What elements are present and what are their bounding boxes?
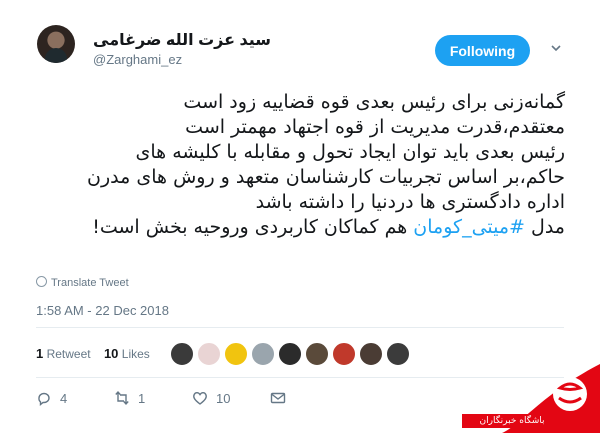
liker-avatar[interactable] xyxy=(359,342,383,366)
divider xyxy=(36,327,564,328)
tweet-line: گمانه‌زنی برای رئیس بعدی قوه قضاییه زود … xyxy=(183,91,565,113)
heart-icon xyxy=(193,392,207,405)
tweet-line: حاکم،بر اساس تجربیات کارشناسان متعهد و ر… xyxy=(87,166,565,188)
tweet-line: اداره دادگستری ها دردنیا را داشته باشد xyxy=(255,191,565,213)
retweet-count: 1 xyxy=(138,390,146,406)
following-button[interactable]: Following xyxy=(435,35,530,66)
chevron-down-icon[interactable] xyxy=(548,42,564,58)
retweet-button[interactable]: 1 xyxy=(114,390,145,406)
tweet-text-segment: هم کماکان کاربردی وروحیه بخش است! xyxy=(92,216,408,238)
liker-avatar[interactable] xyxy=(224,342,248,366)
liker-avatar[interactable] xyxy=(278,342,302,366)
watermark-text: باشگاه خبرنگاران xyxy=(462,414,562,428)
liker-avatar[interactable] xyxy=(305,342,329,366)
tweet-text: گمانه‌زنی برای رئیس بعدی قوه قضاییه زود … xyxy=(25,90,565,240)
likes-stat[interactable]: 10 Likes xyxy=(103,346,150,361)
tweet-text-segment: مدل xyxy=(531,216,565,238)
translate-tweet-link[interactable]: Translate Tweet xyxy=(36,276,129,289)
retweets-count: 1 xyxy=(36,346,44,361)
reply-button[interactable]: 4 xyxy=(36,390,67,406)
author-avatar[interactable] xyxy=(37,25,75,63)
retweets-stat[interactable]: 1 Retweet xyxy=(36,346,91,361)
tweet-line: معتقدم،قدرت مدیریت از قوه اجتهاد مهمتر ا… xyxy=(185,116,565,138)
tweet-line-last: مدل #میتی_کومان هم کماکان کاربردی وروحیه… xyxy=(25,215,565,240)
tweet-card: سید عزت الله ضرغامی @Zarghami_ez Followi… xyxy=(0,0,600,433)
retweet-icon xyxy=(115,390,129,406)
likes-label: Likes xyxy=(121,347,150,361)
like-button[interactable]: 10 xyxy=(192,390,230,406)
envelope-icon xyxy=(270,392,286,404)
author-handle[interactable]: @Zarghami_ez xyxy=(93,52,182,67)
direct-message-button[interactable] xyxy=(270,390,286,406)
liker-avatar[interactable] xyxy=(170,342,194,366)
liker-avatar[interactable] xyxy=(332,342,356,366)
hashtag-link[interactable]: #میتی_کومان xyxy=(413,216,525,238)
like-count: 10 xyxy=(216,390,231,406)
liker-avatar[interactable] xyxy=(251,342,275,366)
liker-avatar[interactable] xyxy=(386,342,410,366)
engagement-stats: 1 Retweet 10 Likes xyxy=(36,346,150,361)
author-name[interactable]: سید عزت الله ضرغامی xyxy=(93,30,271,50)
tweet-timestamp[interactable]: 1:58 AM - 22 Dec 2018 xyxy=(36,303,169,318)
globe-icon xyxy=(36,276,47,287)
likes-count: 10 xyxy=(103,346,119,361)
reply-count: 4 xyxy=(60,390,68,406)
translate-label: Translate Tweet xyxy=(51,277,129,289)
tweet-line: رئیس بعدی باید توان ایجاد تحول و مقابله … xyxy=(135,141,565,163)
liker-avatar[interactable] xyxy=(197,342,221,366)
reply-icon xyxy=(38,392,50,406)
retweets-label: Retweet xyxy=(46,347,91,361)
